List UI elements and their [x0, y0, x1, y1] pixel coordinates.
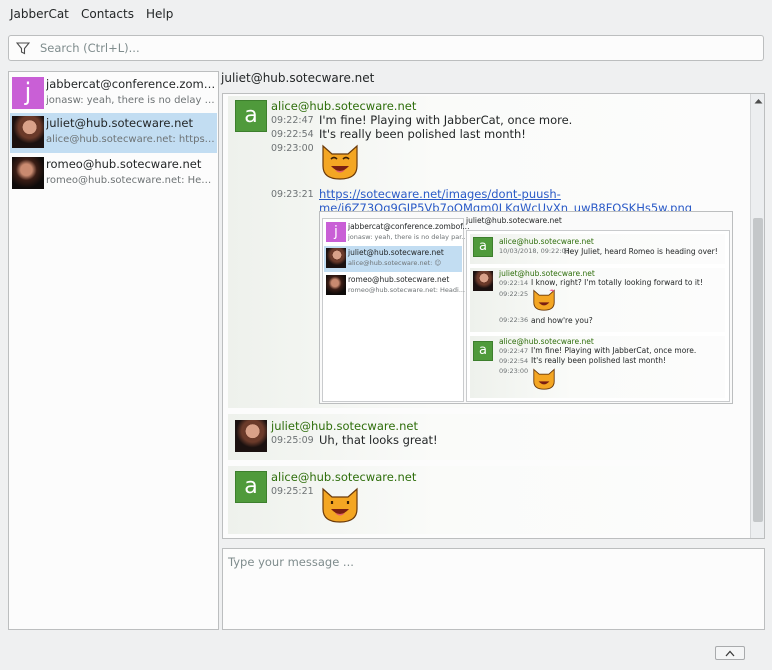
chat-scrollbar[interactable]: [750, 94, 764, 538]
menu-jabbercat[interactable]: JabberCat: [10, 7, 69, 21]
avatar: j: [12, 77, 44, 109]
chat-view[interactable]: a alice@hub.sotecware.net 09:22:47 I'm f…: [222, 93, 765, 539]
preview-message: a alice@hub.sotecware.net 09:22:47 I'm f…: [470, 336, 725, 398]
filter-icon: [16, 42, 30, 55]
preview-roster-title: juliet@hub.sotecware.net: [348, 248, 444, 257]
avatar: [235, 420, 267, 452]
roster-item-jabbercat[interactable]: j jabbercat@conference.zombofant.net jon…: [10, 74, 217, 114]
preview-chat: a alice@hub.sotecware.net 10/03/2018, 09…: [466, 230, 730, 402]
avatar: a: [235, 471, 267, 503]
preview-roster-item: romeo@hub.sotecware.net romeo@hub.sotecw…: [324, 273, 466, 299]
avatar: [473, 271, 493, 291]
avatar: a: [473, 237, 493, 257]
roster-list: j jabbercat@conference.zombofant.net jon…: [8, 71, 219, 630]
preview-roster-title: romeo@hub.sotecware.net: [348, 275, 450, 284]
message-group: juliet@hub.sotecware.net 09:25:09 Uh, th…: [228, 414, 748, 460]
preview-sender: alice@hub.sotecware.net: [499, 337, 594, 346]
roster-item-juliet[interactable]: juliet@hub.sotecware.net alice@hub.sotec…: [10, 113, 217, 153]
message-sender: alice@hub.sotecware.net: [271, 99, 417, 113]
preview-roster-item: j jabbercat@conference.zombof... jonasw:…: [324, 220, 469, 246]
toggle-button[interactable]: [715, 646, 745, 660]
message-time: 09:22:47: [271, 115, 314, 126]
scrollbar-thumb[interactable]: [753, 218, 763, 522]
preview-roster-item: juliet@hub.sotecware.net alice@hub.sotec…: [324, 246, 462, 272]
menu-contacts[interactable]: Contacts: [81, 7, 134, 21]
message-time: 09:23:21: [271, 189, 314, 200]
roster-item-title: jabbercat@conference.zombofant.net: [46, 77, 216, 91]
preview-text: It's really been polished last month!: [531, 356, 666, 365]
message-input-placeholder: Type your message ...: [228, 555, 354, 569]
cat-emoji-icon: [322, 487, 358, 523]
cat-emoji-icon: [533, 368, 555, 390]
preview-time: 09:22:47: [499, 347, 529, 355]
preview-roster-preview: jonasw: yeah, there is no delay par...: [348, 233, 468, 241]
message-group: a alice@hub.sotecware.net 09:25:21: [228, 466, 748, 534]
message-time: 09:22:54: [271, 129, 314, 140]
roster-item-title: romeo@hub.sotecware.net: [46, 157, 202, 171]
preview-roster: j jabbercat@conference.zombof... jonasw:…: [322, 218, 469, 402]
avatar: [12, 157, 44, 189]
menu-help[interactable]: Help: [146, 7, 173, 21]
preview-text: I know, right? I'm totally looking forwa…: [531, 278, 703, 287]
preview-roster-preview: romeo@hub.sotecware.net: Headi...: [348, 286, 466, 294]
preview-chat-title: juliet@hub.sotecware.net: [466, 216, 562, 225]
message-input[interactable]: Type your message ...: [222, 548, 765, 630]
avatar: a: [235, 100, 267, 132]
preview-time: 09:22:14: [499, 279, 529, 287]
preview-sender: alice@hub.sotecware.net: [499, 237, 594, 246]
message-time: 09:25:21: [271, 486, 314, 497]
message-time: 09:25:09: [271, 435, 314, 446]
search-placeholder: Search (Ctrl+L)...: [40, 41, 140, 55]
image-preview[interactable]: juliet@hub.sotecware.net j jabbercat@con…: [319, 211, 733, 404]
avatar: [12, 116, 44, 148]
preview-text: I'm fine! Playing with JabberCat, once m…: [531, 346, 697, 355]
cat-emoji-icon: [533, 289, 555, 311]
preview-message: juliet@hub.sotecware.net 09:22:14 I know…: [470, 268, 725, 332]
chat-title: juliet@hub.sotecware.net: [221, 71, 375, 85]
preview-time: 09:23:00: [499, 367, 529, 375]
message-text: It's really been polished last month!: [319, 127, 526, 141]
search-input[interactable]: Search (Ctrl+L)...: [8, 35, 764, 61]
roster-item-preview: romeo@hub.sotecware.net: Heading over: [46, 175, 216, 186]
chevron-up-icon[interactable]: [754, 98, 763, 104]
message-text: Uh, that looks great!: [319, 433, 438, 447]
roster-item-romeo[interactable]: romeo@hub.sotecware.net romeo@hub.sotecw…: [10, 154, 217, 194]
preview-time: 09:22:36: [499, 316, 529, 324]
message-link[interactable]: https://sotecware.net/images/dont-puush-: [319, 187, 561, 201]
menubar: JabberCat Contacts Help: [0, 0, 772, 28]
preview-roster-preview: alice@hub.sotecware.net: ☺: [348, 259, 442, 267]
roster-item-title: juliet@hub.sotecware.net: [46, 116, 193, 130]
message-sender: juliet@hub.sotecware.net: [271, 419, 418, 433]
preview-text: and how're you?: [531, 316, 593, 325]
preview-time: 09:22:54: [499, 357, 529, 365]
avatar: a: [473, 341, 493, 361]
avatar: [326, 248, 346, 268]
avatar: j: [326, 222, 346, 242]
avatar: [326, 275, 346, 295]
message-sender: alice@hub.sotecware.net: [271, 470, 417, 484]
preview-time: 09:22:25: [499, 290, 529, 298]
preview-time: 10/03/2018, 09:22:03: [499, 247, 570, 255]
message-time: 09:23:00: [271, 143, 314, 154]
roster-item-preview: alice@hub.sotecware.net: https://sotecwa…: [46, 134, 216, 145]
roster-item-preview: jonasw: yeah, there is no delay particul…: [46, 95, 216, 106]
preview-roster-title: jabbercat@conference.zombof...: [348, 222, 470, 231]
message-text: I'm fine! Playing with JabberCat, once m…: [319, 113, 573, 127]
cat-emoji-icon: [322, 144, 358, 180]
preview-sender: juliet@hub.sotecware.net: [499, 269, 595, 278]
preview-message: a alice@hub.sotecware.net 10/03/2018, 09…: [470, 234, 725, 264]
chevron-up-icon: [725, 650, 735, 657]
preview-text: Hey Juliet, heard Romeo is heading over!: [564, 247, 718, 256]
